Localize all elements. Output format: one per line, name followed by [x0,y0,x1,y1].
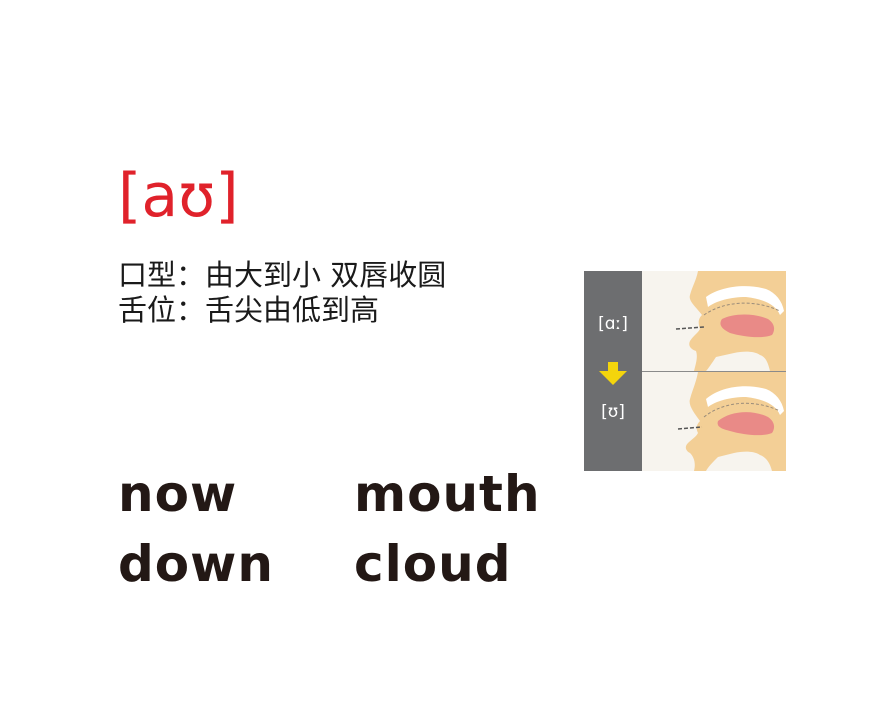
start-vowel-symbol: [ɑː] [598,314,628,334]
mouth-position-diagram: [ɑː] [ʊ] [584,271,786,471]
mouth-shape-text: 由大到小 双唇收圆 [205,258,447,292]
pronunciation-notes: 口型：由大到小 双唇收圆 舌位：舌尖由低到高 [118,258,446,328]
mouth-shape-line: 口型：由大到小 双唇收圆 [118,258,446,293]
tongue-position-text: 舌尖由低到高 [205,293,380,327]
example-word-now: now [118,465,238,523]
phoneme-symbol: [aʊ] [118,161,239,231]
tongue-position-line: 舌位：舌尖由低到高 [118,293,446,328]
example-word-mouth: mouth [354,465,541,523]
end-vowel-symbol: [ʊ] [601,402,625,422]
example-word-cloud: cloud [354,535,512,593]
mouth-shape-label: 口型： [118,258,206,292]
example-word-down: down [118,535,274,593]
tongue-position-label: 舌位： [118,293,206,327]
